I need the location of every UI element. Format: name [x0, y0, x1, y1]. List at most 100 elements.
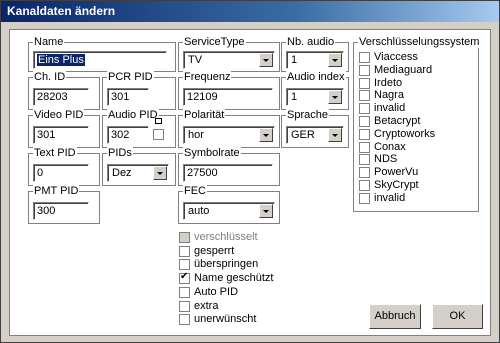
chevron-down-icon[interactable]	[328, 128, 342, 142]
pmt-pid-label: PMT PID	[33, 185, 80, 197]
dialog-window: Kanaldaten ändern Name Eins Plus Service…	[0, 0, 500, 343]
video-pid-group: Video PID 301	[28, 109, 100, 148]
title-bar[interactable]: Kanaldaten ändern	[1, 1, 499, 22]
frequenz-label: Frequenz	[183, 71, 232, 83]
audio-pid-input[interactable]: 302	[107, 126, 149, 144]
fec-group: FEC auto	[178, 185, 280, 224]
encryption-checkbox[interactable]	[359, 77, 370, 89]
chevron-down-icon[interactable]	[259, 53, 273, 67]
pmt-pid-group: PMT PID 300	[28, 185, 100, 224]
ch-id-group: Ch. ID 28203	[28, 71, 100, 110]
cancel-button[interactable]: Abbruch	[369, 304, 421, 329]
audio-pid-checkbox[interactable]	[153, 129, 164, 140]
stereo-icon	[155, 118, 162, 124]
servicetype-select[interactable]: TV	[183, 51, 275, 69]
encryption-item-label: invalid	[374, 102, 406, 115]
option-label: unerwünscht	[194, 313, 257, 326]
option-checkbox[interactable]	[179, 300, 190, 312]
option-label: Auto PID	[194, 285, 239, 298]
encryption-item-label: Betacrypt	[374, 115, 421, 127]
ch-id-input[interactable]: 28203	[33, 88, 89, 106]
sprache-group: Sprache GER	[281, 109, 349, 148]
option-checkbox[interactable]	[179, 271, 190, 285]
pmt-pid-input[interactable]: 300	[33, 202, 89, 220]
sprache-select[interactable]: GER	[286, 126, 344, 144]
pids-group: PIDs Dez	[102, 147, 176, 186]
window-title: Kanaldaten ändern	[7, 4, 116, 18]
servicetype-group: ServiceType TV	[178, 36, 280, 72]
audio-pid-group: Audio PID 302	[102, 109, 176, 148]
text-pid-label: Text PID	[33, 147, 77, 159]
encryption-item-label: Irdeto	[374, 76, 403, 89]
fec-label: FEC	[183, 185, 207, 197]
pcr-pid-label: PCR PID	[107, 71, 154, 83]
audio-index-label: Audio index	[286, 71, 346, 83]
option-label: extra	[194, 299, 219, 312]
encryption-item-label: Viaccess	[374, 51, 418, 63]
option-checkbox[interactable]	[179, 314, 190, 326]
ok-button[interactable]: OK	[432, 304, 483, 329]
encryption-item-label: NDS	[374, 153, 398, 166]
video-pid-input[interactable]: 301	[33, 126, 89, 144]
pcr-pid-input[interactable]: 301	[107, 88, 149, 106]
name-input[interactable]: Eins Plus	[33, 51, 167, 69]
option-checkbox[interactable]	[179, 259, 190, 271]
encryption-item-label: Conax	[374, 140, 406, 153]
servicetype-label: ServiceType	[183, 36, 246, 48]
encryption-item-label: SkyCrypt	[374, 179, 419, 191]
frequenz-input[interactable]: 12109	[183, 88, 273, 106]
encryption-checkbox[interactable]	[359, 141, 370, 153]
text-pid-input[interactable]: 0	[33, 164, 89, 182]
option-label: Name geschützt	[194, 272, 274, 285]
polaritaet-group: Polarität hor	[178, 109, 280, 148]
chevron-down-icon[interactable]	[328, 90, 342, 104]
option-checkbox[interactable]	[179, 245, 190, 257]
audio-index-group: Audio index 1	[281, 71, 349, 110]
pids-label: PIDs	[107, 147, 133, 159]
encryption-checkbox[interactable]	[359, 64, 370, 76]
text-pid-group: Text PID 0	[28, 147, 100, 186]
audio-pid-label: Audio PID	[107, 109, 159, 121]
symbolrate-label: Symbolrate	[183, 147, 241, 159]
audio-index-select[interactable]: 1	[286, 88, 344, 106]
encryption-item-label: PowerVu	[374, 166, 419, 179]
name-label: Name	[33, 36, 65, 48]
nb-audio-label: Nb. audio	[286, 36, 336, 48]
fec-select[interactable]: auto	[183, 202, 275, 220]
encryption-checkbox[interactable]	[359, 192, 370, 204]
chevron-down-icon[interactable]	[153, 166, 167, 180]
polaritaet-select[interactable]: hor	[183, 126, 275, 144]
symbolrate-group: Symbolrate 27500	[178, 147, 280, 186]
polaritaet-label: Polarität	[183, 109, 226, 121]
video-pid-label: Video PID	[33, 109, 85, 121]
sprache-label: Sprache	[286, 109, 329, 121]
ch-id-label: Ch. ID	[33, 71, 67, 83]
option-checkbox[interactable]	[179, 286, 190, 298]
pids-select[interactable]: Dez	[107, 164, 169, 182]
encryption-checkbox[interactable]	[359, 154, 370, 166]
nb-audio-select[interactable]: 1	[286, 51, 344, 69]
option-checkbox	[179, 232, 190, 243]
encryption-checkbox[interactable]	[359, 167, 370, 179]
encryption-item-label: invalid	[374, 191, 406, 204]
encryption-label: Verschlüsselungssystem	[358, 36, 481, 48]
encryption-checkbox[interactable]	[359, 116, 370, 127]
encryption-item-label: Mediaguard	[374, 63, 433, 76]
frequenz-group: Frequenz 12109	[178, 71, 280, 110]
encryption-checkbox[interactable]	[359, 103, 370, 115]
nb-audio-group: Nb. audio 1	[281, 36, 349, 72]
encryption-checkbox[interactable]	[359, 52, 370, 63]
chevron-down-icon[interactable]	[328, 53, 342, 67]
option-label: verschlüsselt	[194, 231, 258, 243]
channel-data-panel: Name Eins Plus ServiceType TV Nb. audio …	[9, 29, 491, 336]
chevron-down-icon[interactable]	[259, 128, 273, 142]
symbolrate-input[interactable]: 27500	[183, 164, 273, 182]
encryption-checkbox[interactable]	[359, 180, 370, 191]
encryption-checkbox[interactable]	[359, 90, 370, 102]
chevron-down-icon[interactable]	[259, 204, 273, 218]
encryption-item-label: Cryptoworks	[374, 127, 436, 140]
pcr-pid-group: PCR PID 301	[102, 71, 176, 110]
name-group: Name Eins Plus	[28, 36, 176, 72]
encryption-checkbox[interactable]	[359, 128, 370, 140]
option-label: gesperrt	[194, 244, 235, 257]
